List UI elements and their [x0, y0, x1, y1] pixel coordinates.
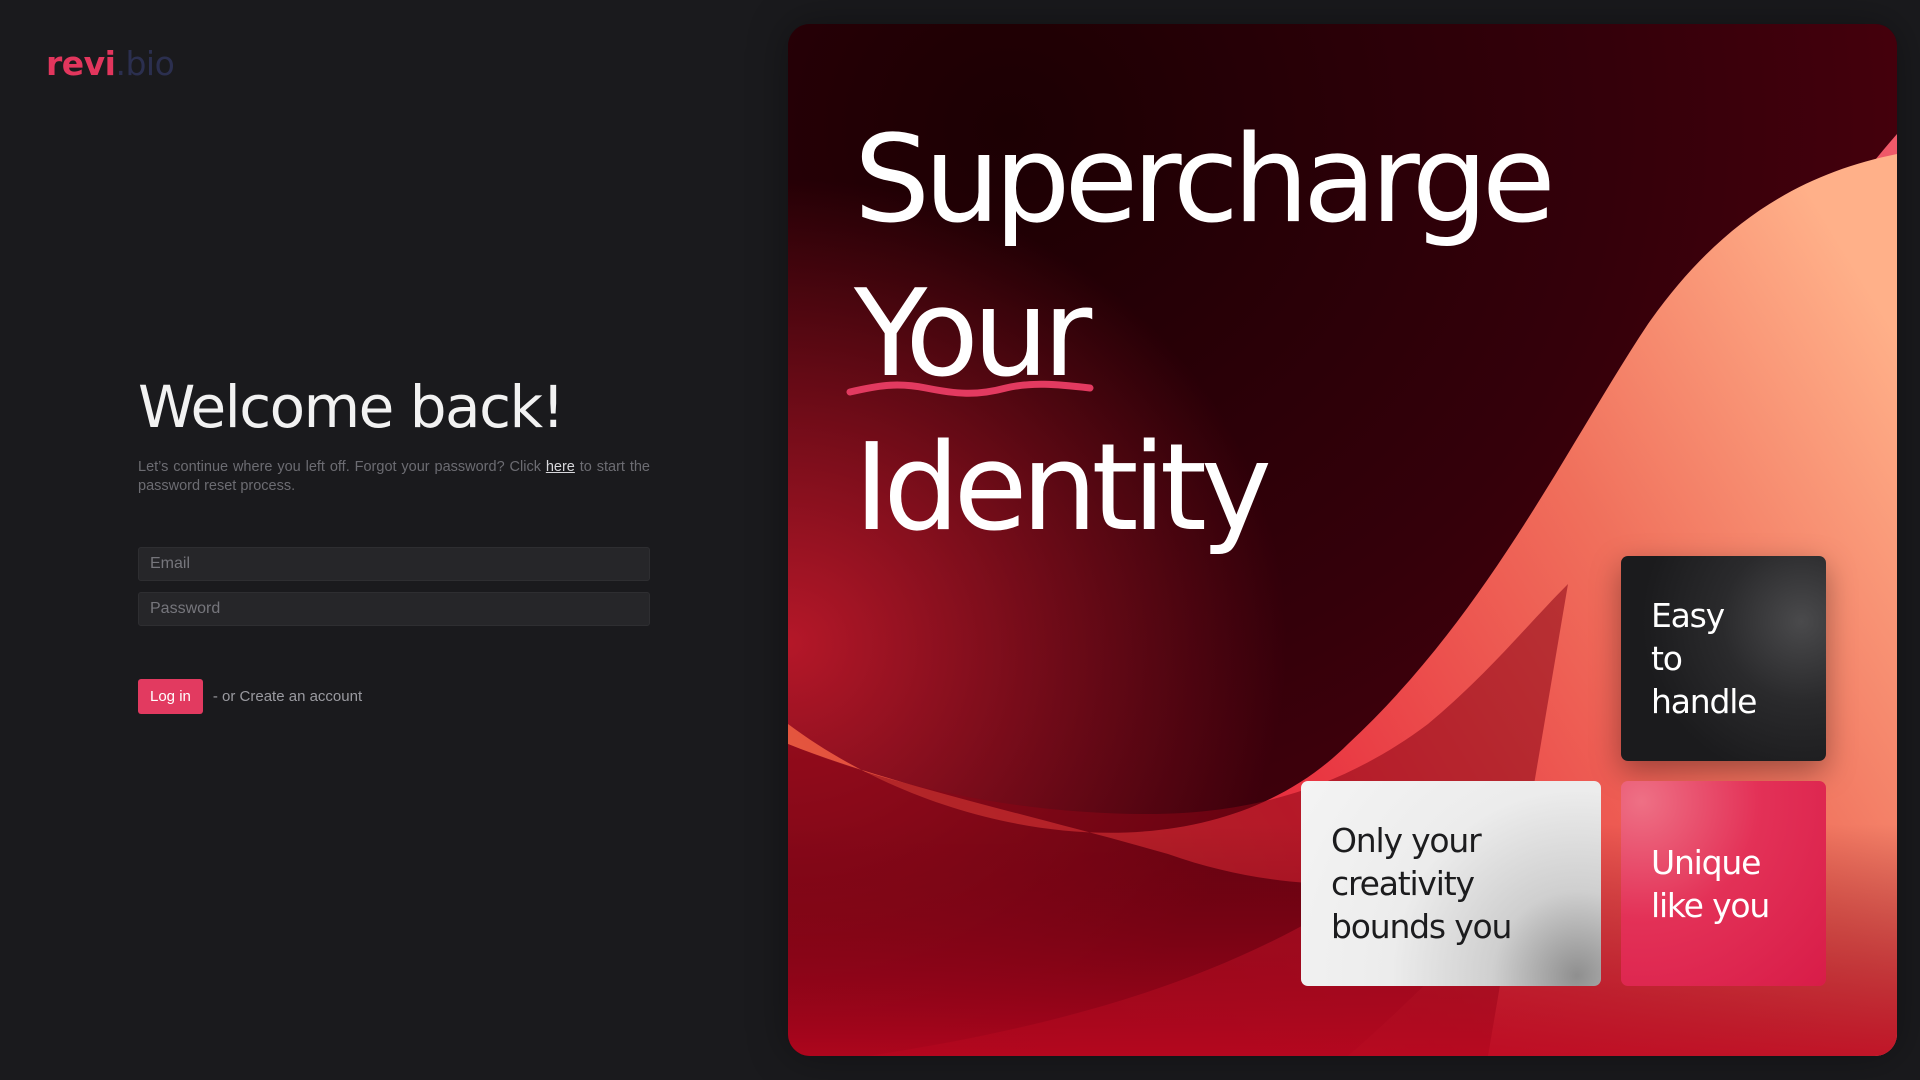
- tile-unique-text: Unique like you: [1651, 842, 1770, 925]
- squiggle-underline-icon: [846, 380, 1094, 397]
- password-reset-link[interactable]: here: [546, 459, 575, 475]
- login-page: revi.bio Welcome back! Let’s continue wh…: [0, 0, 1920, 1080]
- password-field[interactable]: [138, 592, 650, 626]
- page-title: Welcome back!: [138, 373, 565, 441]
- headline-line-1: Supercharge: [854, 111, 1556, 250]
- tile-creativity-text: Only your creativity bounds you: [1331, 821, 1512, 946]
- login-button[interactable]: Log in: [138, 679, 203, 714]
- email-field[interactable]: [138, 547, 650, 581]
- feature-tile-easy: Easy to handle: [1621, 556, 1826, 761]
- login-form: Welcome back! Let’s continue where you l…: [138, 370, 650, 714]
- logo-text-secondary: .bio: [115, 44, 175, 83]
- hero-headline: Supercharge Your Identity: [846, 104, 1556, 566]
- login-actions: Log in - or Create an account: [138, 679, 650, 714]
- login-subtitle: Let’s continue where you left off. Forgo…: [138, 458, 650, 496]
- headline-line-2-wrapper: Your: [846, 258, 1094, 412]
- logo-text-primary: revi: [46, 44, 116, 83]
- subtitle-text-before: Let’s continue where you left off. Forgo…: [138, 459, 546, 475]
- feature-tile-creativity: Only your creativity bounds you: [1301, 781, 1601, 986]
- create-account-link[interactable]: - or Create an account: [213, 688, 362, 705]
- login-fields: [138, 547, 650, 626]
- tile-easy-text: Easy to handle: [1651, 596, 1757, 721]
- hero-banner: Supercharge Your Identity Easy to handle…: [788, 24, 1897, 1056]
- brand-logo[interactable]: revi.bio: [46, 44, 175, 83]
- headline-line-3: Identity: [854, 419, 1272, 558]
- feature-tile-unique: Unique like you: [1621, 781, 1826, 986]
